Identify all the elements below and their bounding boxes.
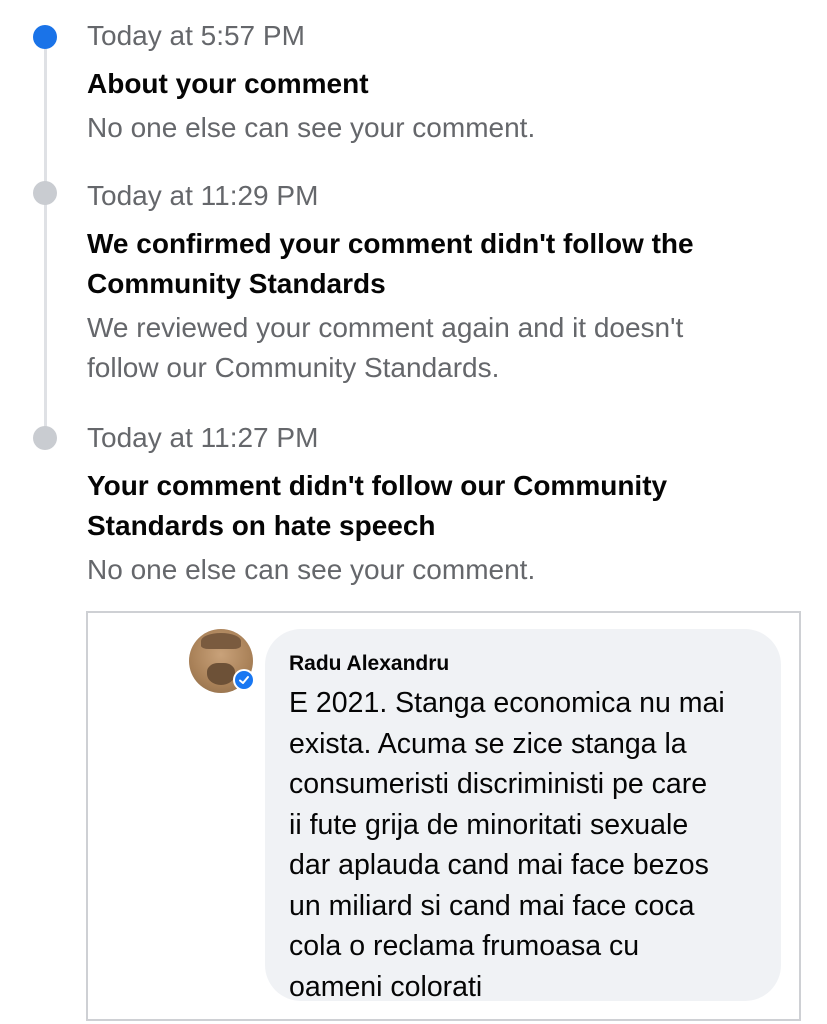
avatar-beard xyxy=(207,663,235,685)
timeline-event: Today at 5:57 PM About your comment No o… xyxy=(87,18,787,148)
verified-check-icon xyxy=(233,669,255,691)
event-description: No one else can see your comment. xyxy=(87,554,536,585)
avatar-hair xyxy=(201,633,241,649)
comment-preview-card: Radu Alexandru E 2021. Stanga economica … xyxy=(86,611,801,1021)
timeline-dot-active xyxy=(33,25,57,49)
comment-author[interactable]: Radu Alexandru xyxy=(289,651,757,677)
event-title: We confirmed your comment didn't follow … xyxy=(87,228,694,299)
event-description: We reviewed your comment again and it do… xyxy=(87,312,684,383)
timeline-line xyxy=(44,40,47,440)
event-timestamp: Today at 5:57 PM xyxy=(87,20,305,51)
timeline-dot xyxy=(33,426,57,450)
comment-bubble: Radu Alexandru E 2021. Stanga economica … xyxy=(265,629,781,1003)
timeline-event: Today at 11:27 PM Your comment didn't fo… xyxy=(87,420,787,590)
event-timestamp: Today at 11:27 PM xyxy=(87,422,319,453)
timeline-event: Today at 11:29 PM We confirmed your comm… xyxy=(87,178,787,388)
event-title: Your comment didn't follow our Community… xyxy=(87,470,668,541)
event-description: No one else can see your comment. xyxy=(87,112,536,143)
timeline-dot xyxy=(33,181,57,205)
comment-text: E 2021. Stanga economica nu mai exista. … xyxy=(289,687,725,1003)
check-icon xyxy=(239,676,249,684)
event-title: About your comment xyxy=(87,68,369,99)
event-timestamp: Today at 11:29 PM xyxy=(87,180,319,211)
